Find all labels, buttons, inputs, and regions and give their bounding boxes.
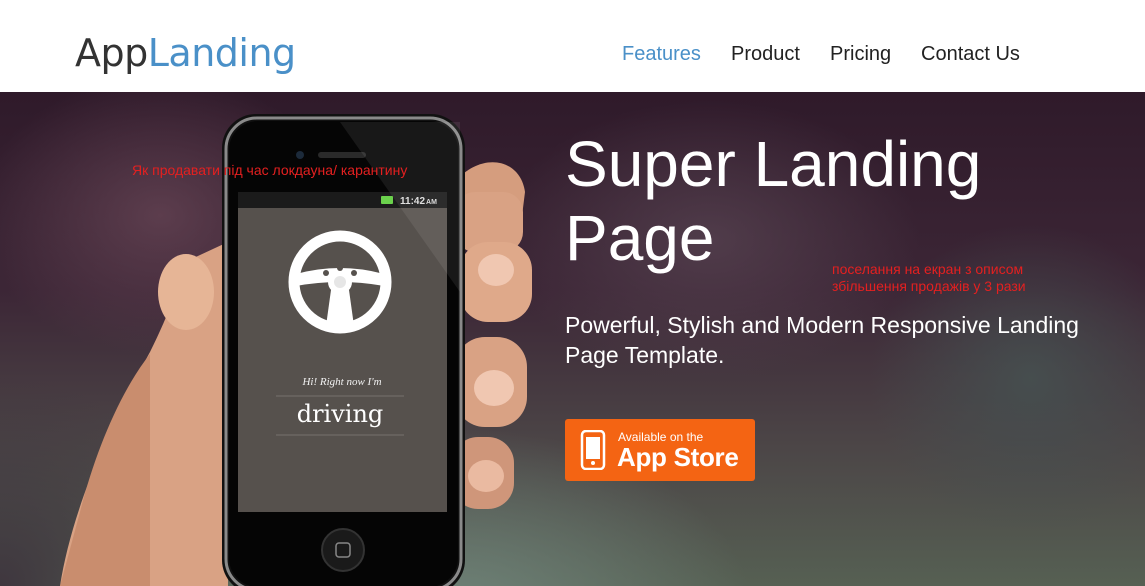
nav-pricing[interactable]: Pricing: [830, 42, 891, 66]
nav-contact-us[interactable]: Contact Us: [921, 42, 1020, 66]
navbar: AppLanding Features Product Pricing Cont…: [0, 0, 1145, 92]
hero-title: Super Landing Page: [565, 128, 982, 274]
annotation-note-1: Як продавати під час локдауна/ карантину: [132, 162, 408, 178]
phone-status-word: driving: [297, 400, 384, 428]
phone-status-line: Hi! Right now I'm: [301, 376, 381, 388]
hero-subtitle: Powerful, Stylish and Modern Responsive …: [565, 312, 1079, 368]
nav-product[interactable]: Product: [731, 42, 800, 66]
logo-part-landing: Landing: [147, 31, 296, 75]
app-store-big-label: App Store: [617, 442, 739, 472]
logo[interactable]: AppLanding: [75, 30, 296, 76]
nav-features[interactable]: Features: [622, 42, 701, 66]
phone-icon: [580, 430, 606, 470]
logo-part-app: App: [75, 31, 148, 75]
annotation-note-2: поселання на екран з описом збільшення п…: [832, 261, 1026, 294]
app-store-button[interactable]: Available on the App Store: [565, 419, 755, 481]
